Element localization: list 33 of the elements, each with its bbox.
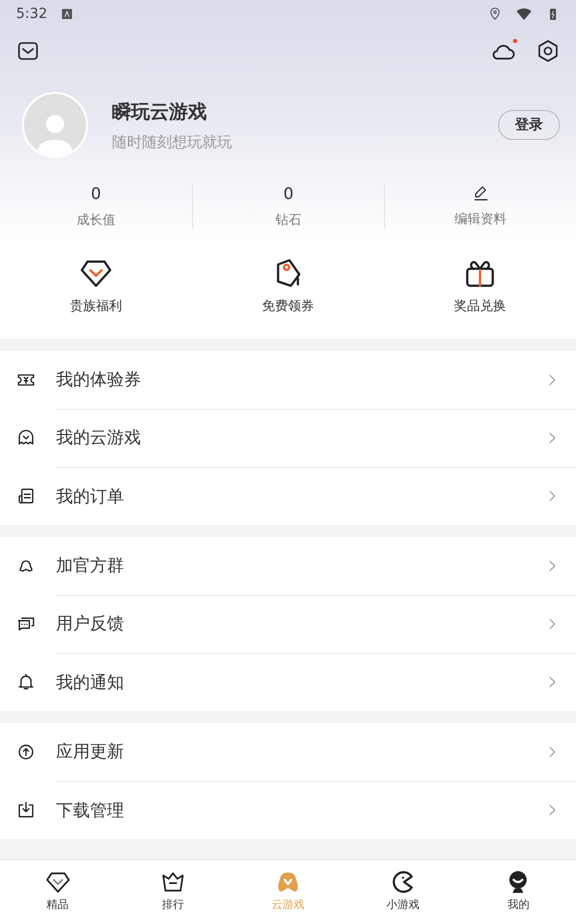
stat-label: 钻石 (276, 212, 302, 229)
stat-label[interactable]: 编辑资料 (454, 210, 506, 228)
tagline: 随时随刻想玩就玩 (112, 132, 233, 152)
stat-label: 成长值 (76, 212, 116, 229)
menu-item[interactable]: 应用更新 (56, 740, 544, 763)
tab[interactable]: 我的 (460, 860, 576, 920)
menu-item[interactable]: 我的云游戏 (56, 426, 544, 449)
menu-item[interactable]: 我的通知 (56, 670, 544, 694)
app-name: 瞬玩云游戏 (112, 100, 208, 124)
location-icon (488, 7, 502, 21)
tab[interactable]: 精品 (0, 860, 116, 920)
menu-item[interactable]: 用户反馈 (56, 612, 544, 635)
download-icon (16, 800, 36, 820)
bell-icon (16, 672, 36, 692)
shortcut-label[interactable]: 免费领券 (262, 297, 314, 315)
mail-icon (16, 39, 40, 63)
menu-item[interactable]: 我的订单 (56, 484, 544, 508)
shortcut-label[interactable]: 奖品兑换 (454, 297, 506, 315)
menu-item[interactable]: 加官方群 (56, 554, 544, 577)
settings-icon (536, 39, 560, 63)
shortcut-label[interactable]: 贵族福利 (70, 297, 122, 315)
tab[interactable]: 排行 (115, 860, 230, 920)
wifi-icon (516, 6, 532, 22)
order-icon (16, 486, 36, 506)
menu-item[interactable]: 下载管理 (56, 798, 544, 822)
notification-icon (61, 8, 74, 20)
menu-item[interactable]: 我的体验券 (56, 368, 544, 391)
stat-value: 0 (283, 184, 294, 203)
status-time: 5:32 (16, 6, 48, 22)
stat-value: 0 (90, 184, 102, 203)
upload-icon (16, 742, 36, 762)
tab[interactable]: 小游戏 (346, 860, 461, 920)
login-button[interactable]: 登录 (498, 110, 560, 140)
